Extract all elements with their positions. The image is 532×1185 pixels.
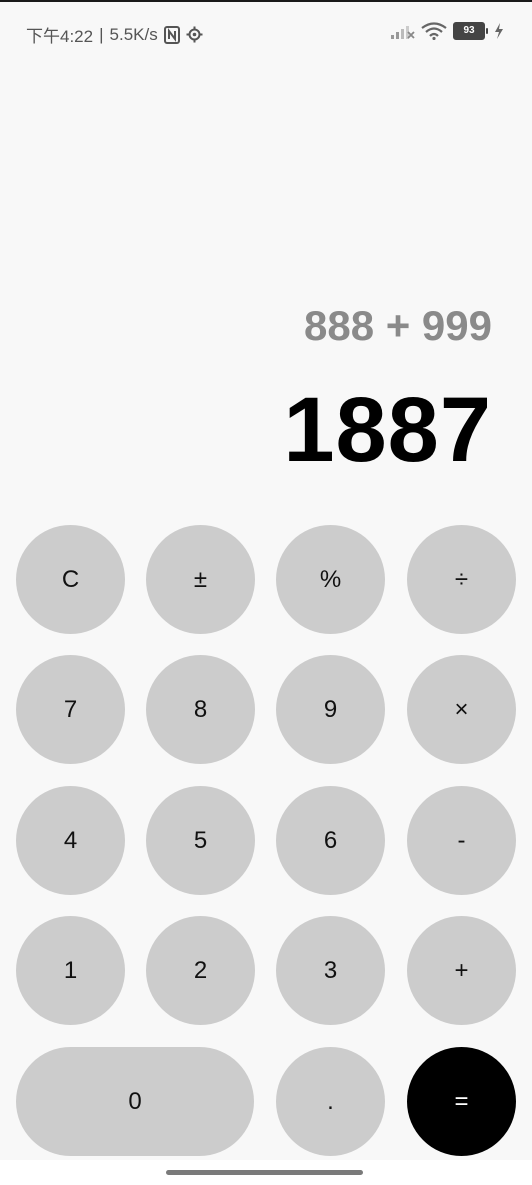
network-speed: 5.5K/s <box>109 24 158 44</box>
digit-9-button[interactable]: 9 <box>276 655 385 764</box>
battery-icon: 93 <box>453 22 488 40</box>
expression-display: 888 + 999 <box>303 302 492 349</box>
nfc-icon <box>163 25 180 44</box>
multiply-button[interactable]: × <box>407 655 516 764</box>
result-display: 1887 <box>283 379 492 481</box>
home-indicator[interactable] <box>166 1170 363 1175</box>
digit-4-button[interactable]: 4 <box>16 786 125 895</box>
wifi-icon <box>421 22 447 40</box>
digit-1-button[interactable]: 1 <box>16 916 125 1025</box>
digit-7-button[interactable]: 7 <box>16 655 125 764</box>
status-time: 下午4:22 <box>26 27 94 46</box>
digit-2-button[interactable]: 2 <box>146 916 255 1025</box>
subtract-button[interactable]: - <box>407 786 516 895</box>
digit-0-button[interactable]: 0 <box>16 1047 254 1156</box>
clear-button[interactable]: C <box>16 525 125 634</box>
negate-button[interactable]: ± <box>146 525 255 634</box>
digit-8-button[interactable]: 8 <box>146 655 255 764</box>
equals-button[interactable]: = <box>407 1047 516 1156</box>
charging-icon <box>494 23 504 39</box>
percent-button[interactable]: % <box>276 525 385 634</box>
battery-level: 93 <box>453 22 485 40</box>
status-bar: 下午4:22 | 5.5K/s 93 <box>0 2 532 58</box>
status-right: 93 <box>391 22 504 40</box>
divide-button[interactable]: ÷ <box>407 525 516 634</box>
decimal-button[interactable]: . <box>276 1047 385 1156</box>
status-separator: | <box>99 24 104 44</box>
digit-6-button[interactable]: 6 <box>276 786 385 895</box>
settings-icon <box>186 26 203 43</box>
add-button[interactable]: + <box>407 916 516 1025</box>
digit-5-button[interactable]: 5 <box>146 786 255 895</box>
signal-icon <box>391 23 415 39</box>
battery-tip <box>486 28 488 34</box>
digit-3-button[interactable]: 3 <box>276 916 385 1025</box>
status-left: 下午4:22 | 5.5K/s <box>26 22 203 47</box>
